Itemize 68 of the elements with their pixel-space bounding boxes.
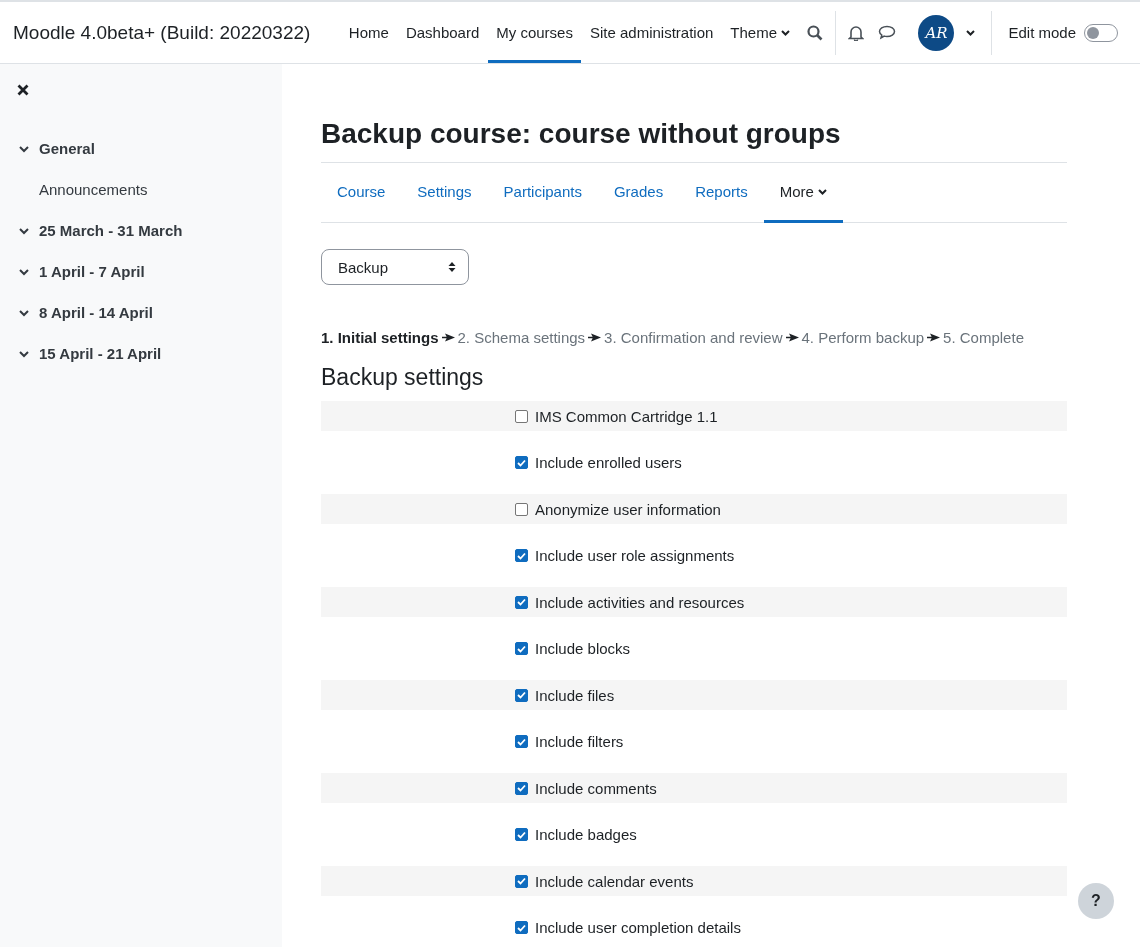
arrow-separator-icon [927,333,941,342]
sort-icon [448,261,456,273]
setting-label[interactable]: Include badges [535,826,637,843]
checkbox[interactable] [515,781,528,795]
backup-step: 2. Schema settings [457,329,586,346]
backup-step: 5. Complete [943,329,1024,346]
arrow-separator-icon [441,333,455,342]
setting-label[interactable]: Anonymize user information [535,500,721,518]
setting-label[interactable]: Include files [535,686,615,704]
setting-label[interactable]: Include activities and resources [535,593,745,611]
arrow-separator-icon [785,333,799,342]
course-section[interactable]: 15 April - 21 April [0,333,282,374]
chevron-icon[interactable] [19,225,29,236]
checkbox[interactable] [515,828,528,841]
checkbox[interactable] [515,735,528,748]
setting-label[interactable]: Include filters [535,733,624,750]
backup-select[interactable]: Backup [321,249,469,285]
course-section[interactable]: General [0,128,282,169]
course-section[interactable]: 25 March - 31 March [0,210,282,251]
nav-link[interactable]: Theme [721,5,799,63]
chat-bubble-icon[interactable] [878,25,897,40]
chevron-icon[interactable] [19,348,29,359]
nav-link[interactable]: Site administration [581,5,722,63]
checkbox[interactable] [515,688,528,702]
user-avatar[interactable]: AR [918,14,955,51]
sidebar-item[interactable]: Announcements [0,169,282,210]
checkbox[interactable] [515,456,528,469]
course-tab[interactable]: Settings [401,163,488,223]
setting-label[interactable]: Include enrolled users [535,454,682,471]
arrow-separator-icon [588,333,602,342]
checkbox[interactable] [515,502,528,516]
checkbox[interactable] [515,921,528,934]
checkbox[interactable] [515,409,528,423]
setting-label[interactable]: Include blocks [535,640,631,657]
backup-step: 4. Perform backup [801,329,925,346]
chevron-icon[interactable] [19,143,29,154]
setting-label[interactable]: IMS Common Cartridge 1.1 [535,407,718,425]
site-title[interactable]: Moodle 4.0beta+ (Build: 20220322) [0,2,341,63]
page-title: Backup course: course without groups [321,118,842,150]
caret-icon [966,29,976,36]
course-tab[interactable]: Participants [487,163,598,223]
close-icon[interactable] [17,84,29,96]
setting-label[interactable]: Include user role assignments [535,547,735,564]
checkbox[interactable] [515,549,528,562]
checkbox[interactable] [515,874,528,888]
backup-step: 1. Initial settings [321,329,439,346]
nav-link[interactable]: Home [340,5,398,63]
backup-step: 3. Confirmation and review [604,329,783,346]
search-icon[interactable] [807,24,824,41]
nav-link[interactable]: Dashboard [397,5,488,63]
setting-label[interactable]: Include user completion details [535,919,741,936]
bell-icon[interactable] [848,24,865,41]
chevron-icon[interactable] [19,266,29,277]
checkbox[interactable] [515,642,528,655]
edit-mode-label: Edit mode [1008,24,1076,41]
course-tab[interactable]: Course [321,163,402,223]
setting-label[interactable]: Include comments [535,779,657,797]
course-tab[interactable]: More [763,163,843,223]
help-button[interactable]: ? [1078,883,1114,919]
setting-label[interactable]: Include calendar events [535,872,694,890]
checkbox[interactable] [515,595,528,609]
course-tab[interactable]: Grades [597,163,680,223]
section-heading: Backup settings [321,364,485,391]
chevron-icon[interactable] [19,307,29,318]
course-tab[interactable]: Reports [679,163,764,223]
course-section[interactable]: 8 April - 14 April [0,292,282,333]
course-section[interactable]: 1 April - 7 April [0,251,282,292]
nav-link[interactable]: My courses [487,5,582,63]
